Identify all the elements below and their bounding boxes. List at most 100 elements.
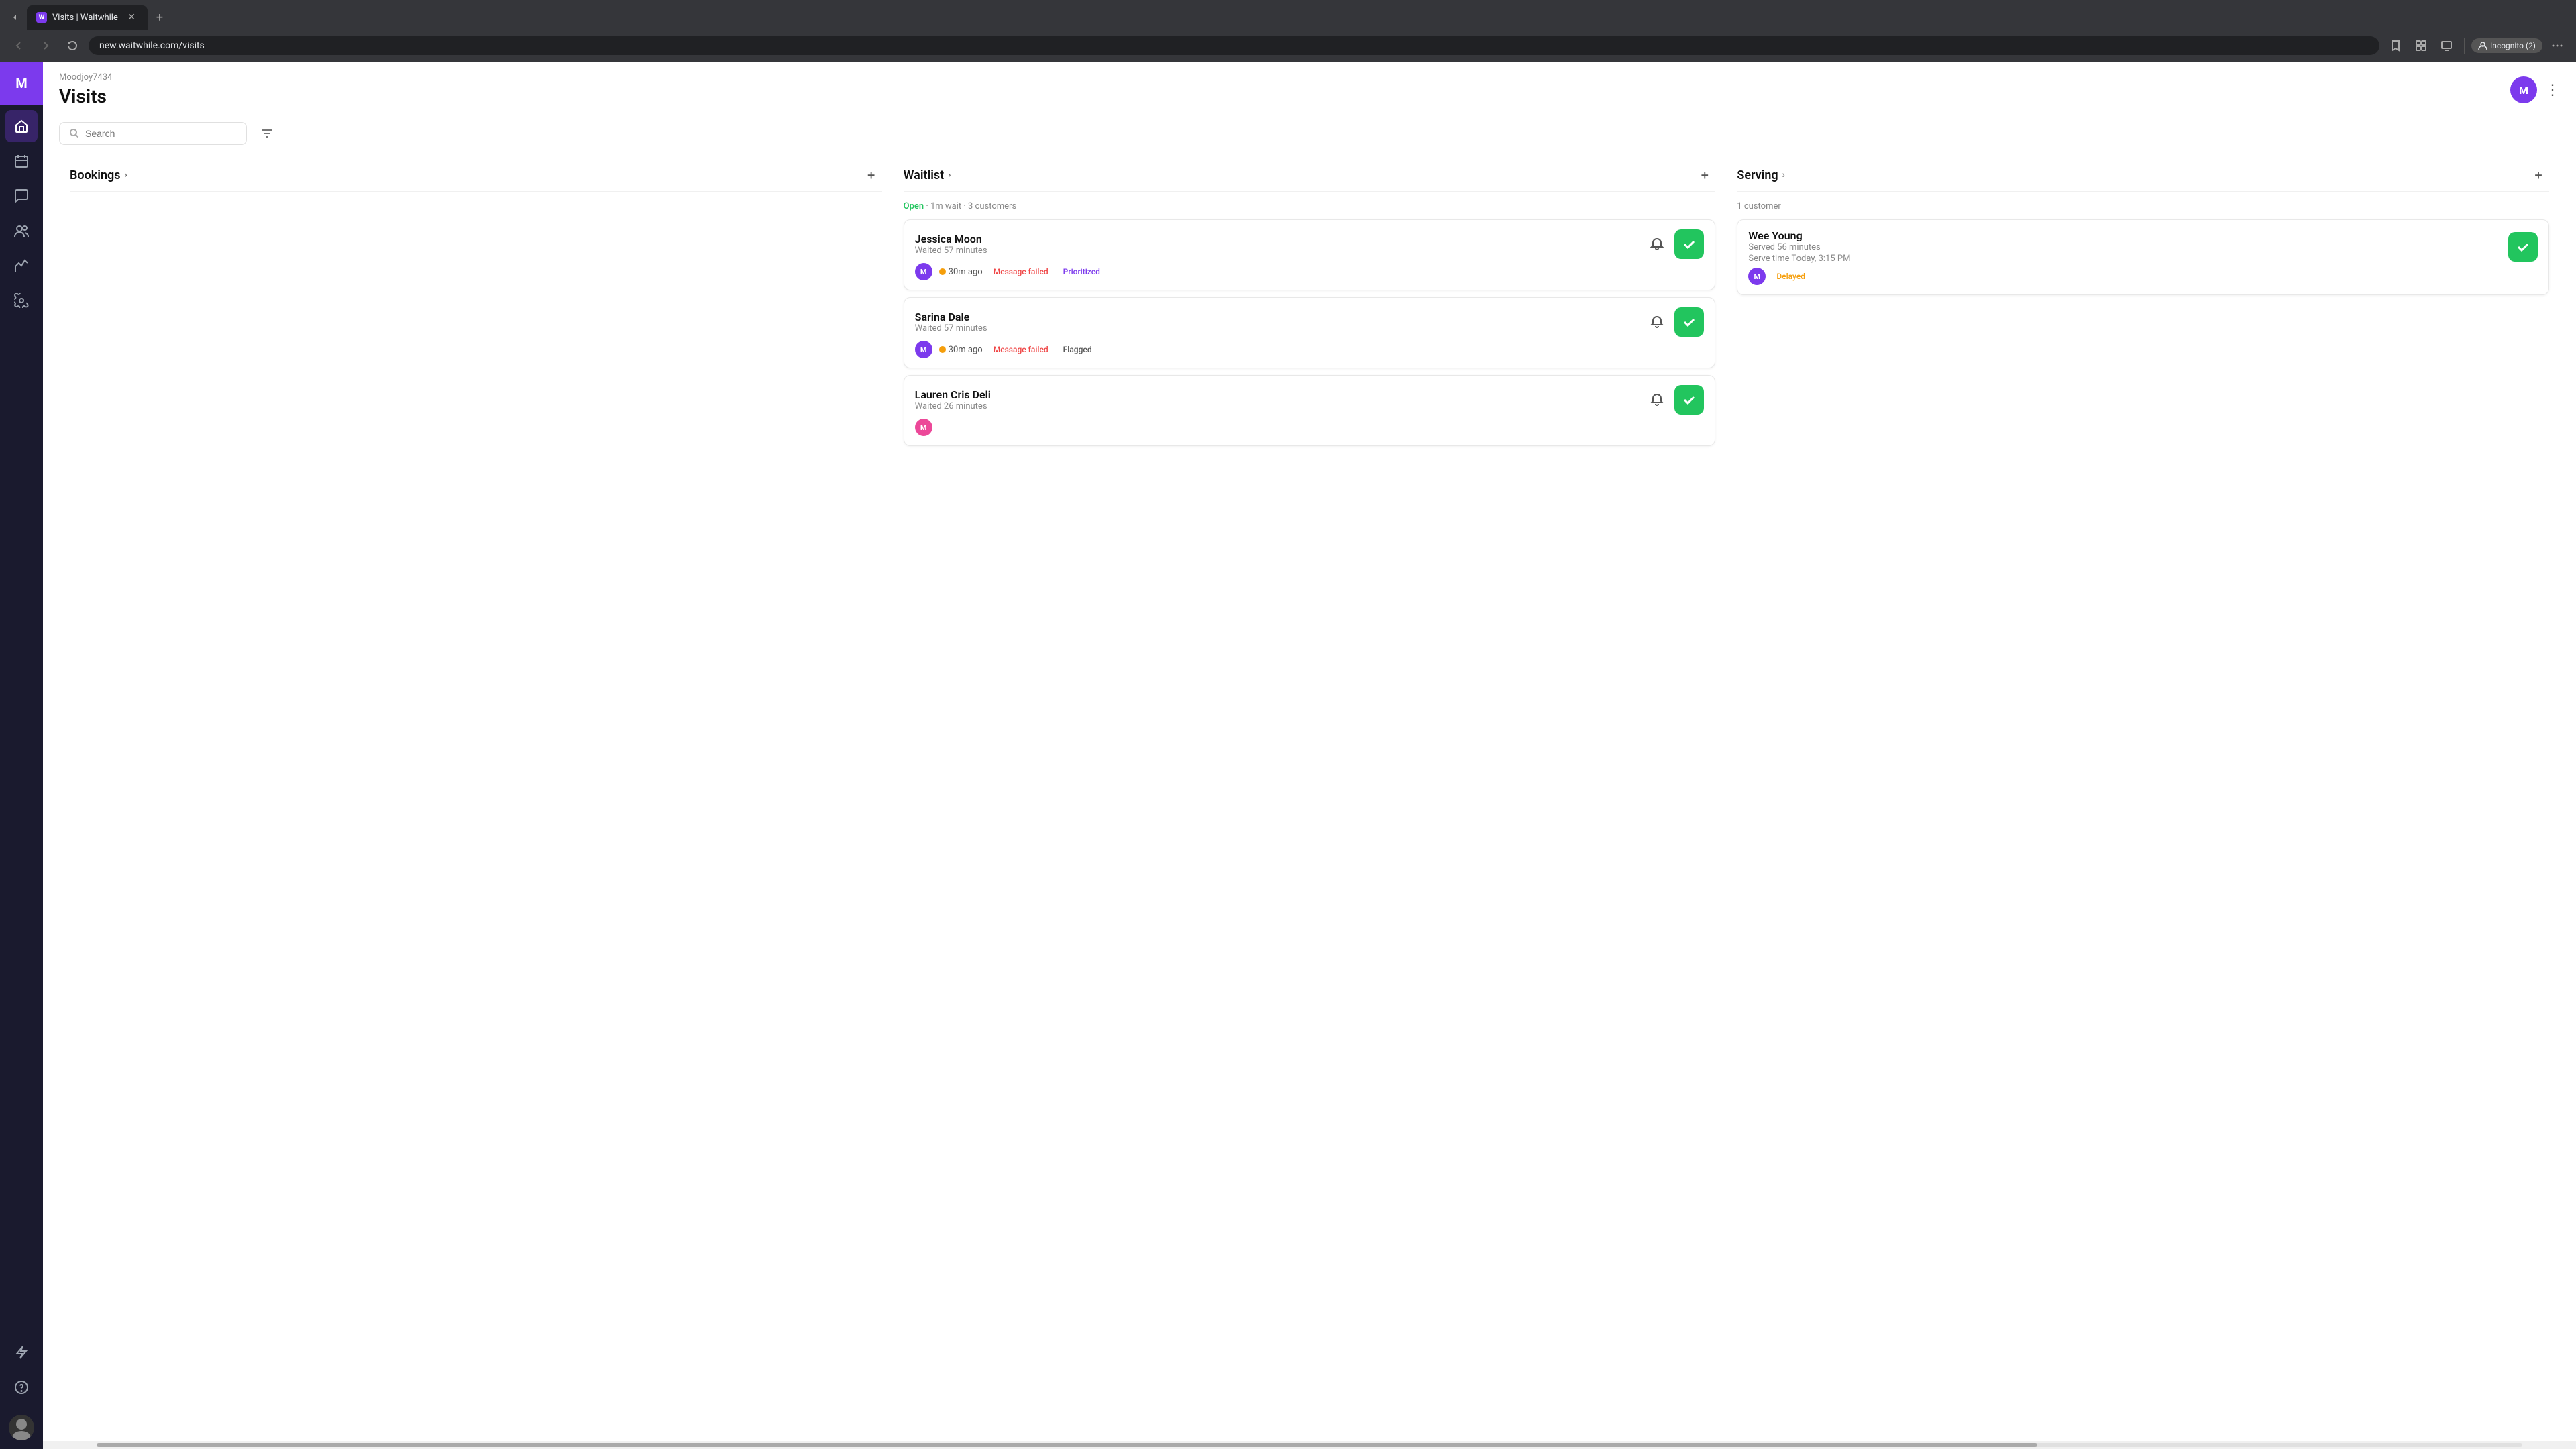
jessica-moon-time-dot	[939, 268, 946, 275]
card-sarina-dale-name: Sarina Dale	[915, 311, 987, 323]
sidebar-item-settings[interactable]	[5, 284, 38, 317]
tab-bar: W Visits | Waitwhile ✕ +	[0, 0, 2576, 30]
jessica-moon-check-button[interactable]	[1674, 229, 1704, 259]
search-bar[interactable]	[59, 122, 247, 145]
jessica-moon-prioritized-tag: Prioritized	[1059, 266, 1104, 278]
waitlist-meta: Open · 1m wait · 3 customers	[904, 197, 1716, 219]
card-sarina-dale-waited: Waited 57 minutes	[915, 323, 987, 333]
reload-button[interactable]	[62, 35, 83, 56]
tab-favicon: W	[36, 12, 47, 23]
sarina-dale-check-button[interactable]	[1674, 307, 1704, 337]
jessica-moon-avatar: M	[915, 263, 932, 280]
serving-chevron-icon: ›	[1782, 170, 1785, 180]
main-content: Moodjoy7434 Visits M ⋮	[43, 62, 2576, 1449]
more-options-browser-button[interactable]	[2546, 35, 2568, 56]
column-waitlist-title-group[interactable]: Waitlist ›	[904, 168, 951, 182]
column-serving: Serving › + 1 customer Wee Young Served …	[1726, 154, 2560, 1430]
lauren-cris-deli-check-button[interactable]	[1674, 385, 1704, 415]
serving-meta-text: 1 customer	[1737, 201, 1780, 211]
back-button[interactable]	[8, 35, 30, 56]
column-waitlist-title: Waitlist	[904, 168, 945, 182]
page-title: Visits	[59, 85, 112, 107]
card-wee-young-top: Wee Young Served 56 minutes Serve time T…	[1748, 229, 2538, 264]
waitlist-add-button[interactable]: +	[1694, 164, 1715, 186]
sidebar-item-help[interactable]	[5, 1371, 38, 1403]
address-bar[interactable]: new.waitwhile.com/visits	[89, 36, 2379, 55]
column-serving-header: Serving › +	[1737, 154, 2549, 192]
column-bookings-header: Bookings › +	[70, 154, 882, 192]
tab-close-button[interactable]: ✕	[125, 11, 138, 24]
card-jessica-moon-waited: Waited 57 minutes	[915, 246, 987, 256]
column-waitlist-header: Waitlist › +	[904, 154, 1716, 192]
sarina-dale-bell-button[interactable]	[1645, 310, 1669, 334]
header-actions: M ⋮	[2510, 76, 2560, 103]
main-header: Moodjoy7434 Visits M ⋮	[43, 62, 2576, 113]
lauren-cris-deli-avatar: M	[915, 419, 932, 436]
address-text: new.waitwhile.com/visits	[99, 40, 205, 51]
card-jessica-moon-actions	[1645, 229, 1704, 259]
card-jessica-moon-meta: M 30m ago Message failed Prioritized	[915, 263, 1705, 280]
card-wee-young-name: Wee Young	[1748, 229, 1850, 242]
active-tab[interactable]: W Visits | Waitwhile ✕	[27, 5, 148, 30]
jessica-moon-bell-button[interactable]	[1645, 232, 1669, 256]
card-wee-young-serve-time: Serve time Today, 3:15 PM	[1748, 254, 1850, 264]
column-waitlist: Waitlist › + Open · 1m wait · 3 customer…	[893, 154, 1727, 1430]
sarina-dale-avatar: M	[915, 341, 932, 358]
column-bookings-title-group[interactable]: Bookings ›	[70, 168, 127, 182]
card-wee-young-waited: Served 56 minutes	[1748, 242, 1850, 252]
profile-toggle-button[interactable]	[2436, 35, 2457, 56]
sidebar-item-users[interactable]	[5, 215, 38, 247]
bookings-add-button[interactable]: +	[861, 164, 882, 186]
sarina-dale-time-dot	[939, 346, 946, 353]
card-sarina-dale-actions	[1645, 307, 1704, 337]
sidebar-item-chat[interactable]	[5, 180, 38, 212]
card-lauren-cris-deli-name: Lauren Cris Deli	[915, 388, 991, 401]
tab-arrow-left[interactable]	[5, 8, 24, 27]
search-input[interactable]	[85, 128, 237, 139]
incognito-button[interactable]: Incognito (2)	[2471, 38, 2542, 53]
extensions-button[interactable]	[2410, 35, 2432, 56]
lauren-cris-deli-bell-button[interactable]	[1645, 388, 1669, 412]
bookmark-button[interactable]	[2385, 35, 2406, 56]
horizontal-scrollbar[interactable]	[43, 1441, 2576, 1449]
nav-bar: new.waitwhile.com/visits Incognito (2)	[0, 30, 2576, 62]
sidebar-item-calendar[interactable]	[5, 145, 38, 177]
card-sarina-dale-top: Sarina Dale Waited 57 minutes	[915, 307, 1705, 337]
column-serving-title-group[interactable]: Serving ›	[1737, 168, 1785, 182]
waitlist-open-status: Open	[904, 201, 924, 211]
column-serving-title: Serving	[1737, 168, 1778, 182]
sidebar-avatar[interactable]	[5, 1411, 38, 1444]
waitlist-meta-suffix: · 1m wait · 3 customers	[924, 201, 1016, 211]
toolbar	[43, 113, 2576, 154]
serving-add-button[interactable]: +	[2528, 164, 2549, 186]
user-avatar[interactable]: M	[2510, 76, 2537, 103]
sidebar-item-bolt[interactable]	[5, 1336, 38, 1368]
card-lauren-cris-deli-actions	[1645, 385, 1704, 415]
sidebar-item-home[interactable]	[5, 110, 38, 142]
wee-young-check-button[interactable]	[2508, 232, 2538, 262]
app: M	[0, 62, 2576, 1449]
scrollbar-track	[97, 1443, 2522, 1447]
sidebar-logo: M	[0, 62, 43, 105]
card-wee-young-meta: M Delayed	[1748, 268, 2538, 285]
jessica-moon-time-ago: 30m ago	[949, 267, 983, 277]
sidebar-item-analytics[interactable]	[5, 250, 38, 282]
tab-title: Visits | Waitwhile	[52, 13, 119, 23]
filter-button[interactable]	[255, 121, 279, 146]
waitlist-chevron-icon: ›	[948, 170, 951, 180]
card-lauren-cris-deli: Lauren Cris Deli Waited 26 minutes	[904, 375, 1716, 446]
sidebar-nav	[5, 105, 38, 1331]
forward-button[interactable]	[35, 35, 56, 56]
card-lauren-cris-deli-meta: M	[915, 419, 1705, 436]
wee-young-delayed-tag: Delayed	[1772, 270, 1809, 282]
more-options-button[interactable]: ⋮	[2545, 82, 2560, 99]
card-sarina-dale-meta: M 30m ago Message failed Flagged	[915, 341, 1705, 358]
card-lauren-cris-deli-waited: Waited 26 minutes	[915, 401, 991, 411]
sidebar: M	[0, 62, 43, 1449]
sarina-dale-message-failed-tag: Message failed	[989, 343, 1053, 356]
card-jessica-moon: Jessica Moon Waited 57 minutes	[904, 219, 1716, 290]
new-tab-button[interactable]: +	[150, 8, 169, 27]
nav-actions: Incognito (2)	[2385, 35, 2568, 56]
org-name: Moodjoy7434	[59, 72, 112, 83]
card-wee-young-actions	[2508, 232, 2538, 262]
